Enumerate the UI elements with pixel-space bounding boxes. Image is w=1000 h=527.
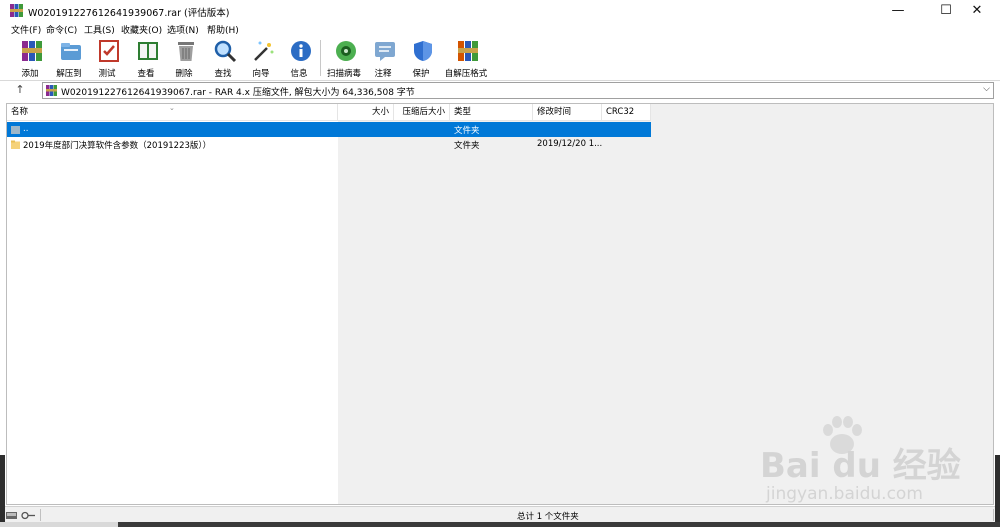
test-checklist-icon: [99, 40, 119, 62]
desktop-taskbar-edge: [0, 522, 118, 527]
menu-help[interactable]: 帮助(H): [207, 23, 239, 36]
status-separator: [993, 509, 994, 521]
watermark-url: jingyan.baidu.com: [766, 484, 923, 504]
sfx-button[interactable]: 自解压格式: [445, 38, 487, 79]
title-bar: W020191227612641939067.rar (评估版本) — ☐ ✕: [0, 0, 1000, 22]
status-separator: [40, 509, 41, 521]
protect-label: 保护: [412, 69, 430, 79]
column-packed-size[interactable]: 压缩后大小: [394, 104, 450, 121]
virus-scan-icon: [336, 41, 356, 61]
book-view-icon: [138, 42, 158, 60]
table-row[interactable]: 2019年度部门决算软件含参数（20191223版）） 文件夹 2019/12/…: [7, 137, 651, 152]
column-name[interactable]: 名称 ⌄: [7, 104, 338, 121]
minimize-button[interactable]: —: [881, 0, 915, 22]
shield-icon: [414, 41, 432, 61]
archive-path-bar[interactable]: W020191227612641939067.rar - RAR 4.x 压缩文…: [42, 82, 994, 99]
close-button[interactable]: ✕: [960, 0, 994, 22]
table-row[interactable]: .. 文件夹: [7, 122, 651, 137]
watermark-brand: Bai du 经验: [760, 446, 961, 486]
desktop-edge: [995, 455, 1000, 527]
menu-options[interactable]: 选项(N): [167, 23, 199, 36]
window-title: W020191227612641939067.rar (评估版本): [28, 8, 230, 19]
up-one-level-button[interactable]: ↑: [12, 82, 28, 98]
sfx-label: 自解压格式: [444, 69, 488, 79]
row-type: 文件夹: [454, 126, 480, 136]
magnifier-icon: [214, 40, 237, 63]
sfx-books-icon: [458, 41, 478, 61]
desktop-edge: [0, 455, 5, 522]
menu-bar: 文件(F) 命令(C) 工具(S) 收藏夹(O) 选项(N) 帮助(H): [0, 22, 1000, 36]
info-button[interactable]: 信息: [280, 38, 318, 79]
status-text: 总计 1 个文件夹: [517, 512, 579, 522]
chevron-down-icon[interactable]: ⌵: [983, 84, 990, 94]
baidu-watermark: Bai du 经验 jingyan.baidu.com: [760, 416, 980, 516]
info-icon: [291, 41, 311, 61]
menu-file[interactable]: 文件(F): [11, 23, 41, 36]
row-name: ..: [23, 124, 29, 134]
maximize-button[interactable]: ☐: [929, 0, 963, 22]
column-type[interactable]: 类型: [450, 104, 533, 121]
parent-folder-icon: [11, 126, 20, 134]
folder-extract-icon: [61, 43, 81, 60]
menu-command[interactable]: 命令(C): [46, 23, 77, 36]
rar-file-icon: [46, 85, 57, 96]
menu-favorites[interactable]: 收藏夹(O): [121, 23, 162, 36]
trash-icon: [178, 42, 194, 61]
sort-ascending-icon: ⌄: [169, 104, 175, 112]
row-name: 2019年度部门决算软件含参数（20191223版））: [23, 141, 212, 151]
books-add-icon: [22, 41, 42, 61]
desktop-taskbar-edge: [0, 522, 1000, 527]
protect-button[interactable]: 保护: [402, 38, 440, 79]
info-label: 信息: [290, 69, 308, 79]
column-name-label: 名称: [11, 107, 29, 117]
column-size[interactable]: 大小: [338, 104, 394, 121]
folder-icon: [11, 140, 20, 149]
archive-path-text: W020191227612641939067.rar - RAR 4.x 压缩文…: [61, 88, 415, 98]
column-headers: 名称 ⌄ 大小 压缩后大小 类型 修改时间 CRC32: [7, 104, 993, 121]
toolbar: 添加 解压到 测试 查看 删除 查找 向导 信息 扫描病毒 注释 保护 自解压格…: [0, 36, 1000, 81]
status-bar: 总计 1 个文件夹: [0, 506, 1000, 523]
wizard-wand-icon: [254, 41, 274, 61]
column-crc32[interactable]: CRC32: [602, 104, 651, 121]
comment-icon: [375, 42, 395, 61]
drive-key-icon: [6, 511, 35, 520]
row-type: 文件夹: [454, 141, 480, 151]
menu-tools[interactable]: 工具(S): [84, 23, 115, 36]
row-modified: 2019/12/20 1...: [537, 139, 603, 149]
winrar-app-icon: [10, 4, 23, 17]
column-modified[interactable]: 修改时间: [533, 104, 602, 121]
